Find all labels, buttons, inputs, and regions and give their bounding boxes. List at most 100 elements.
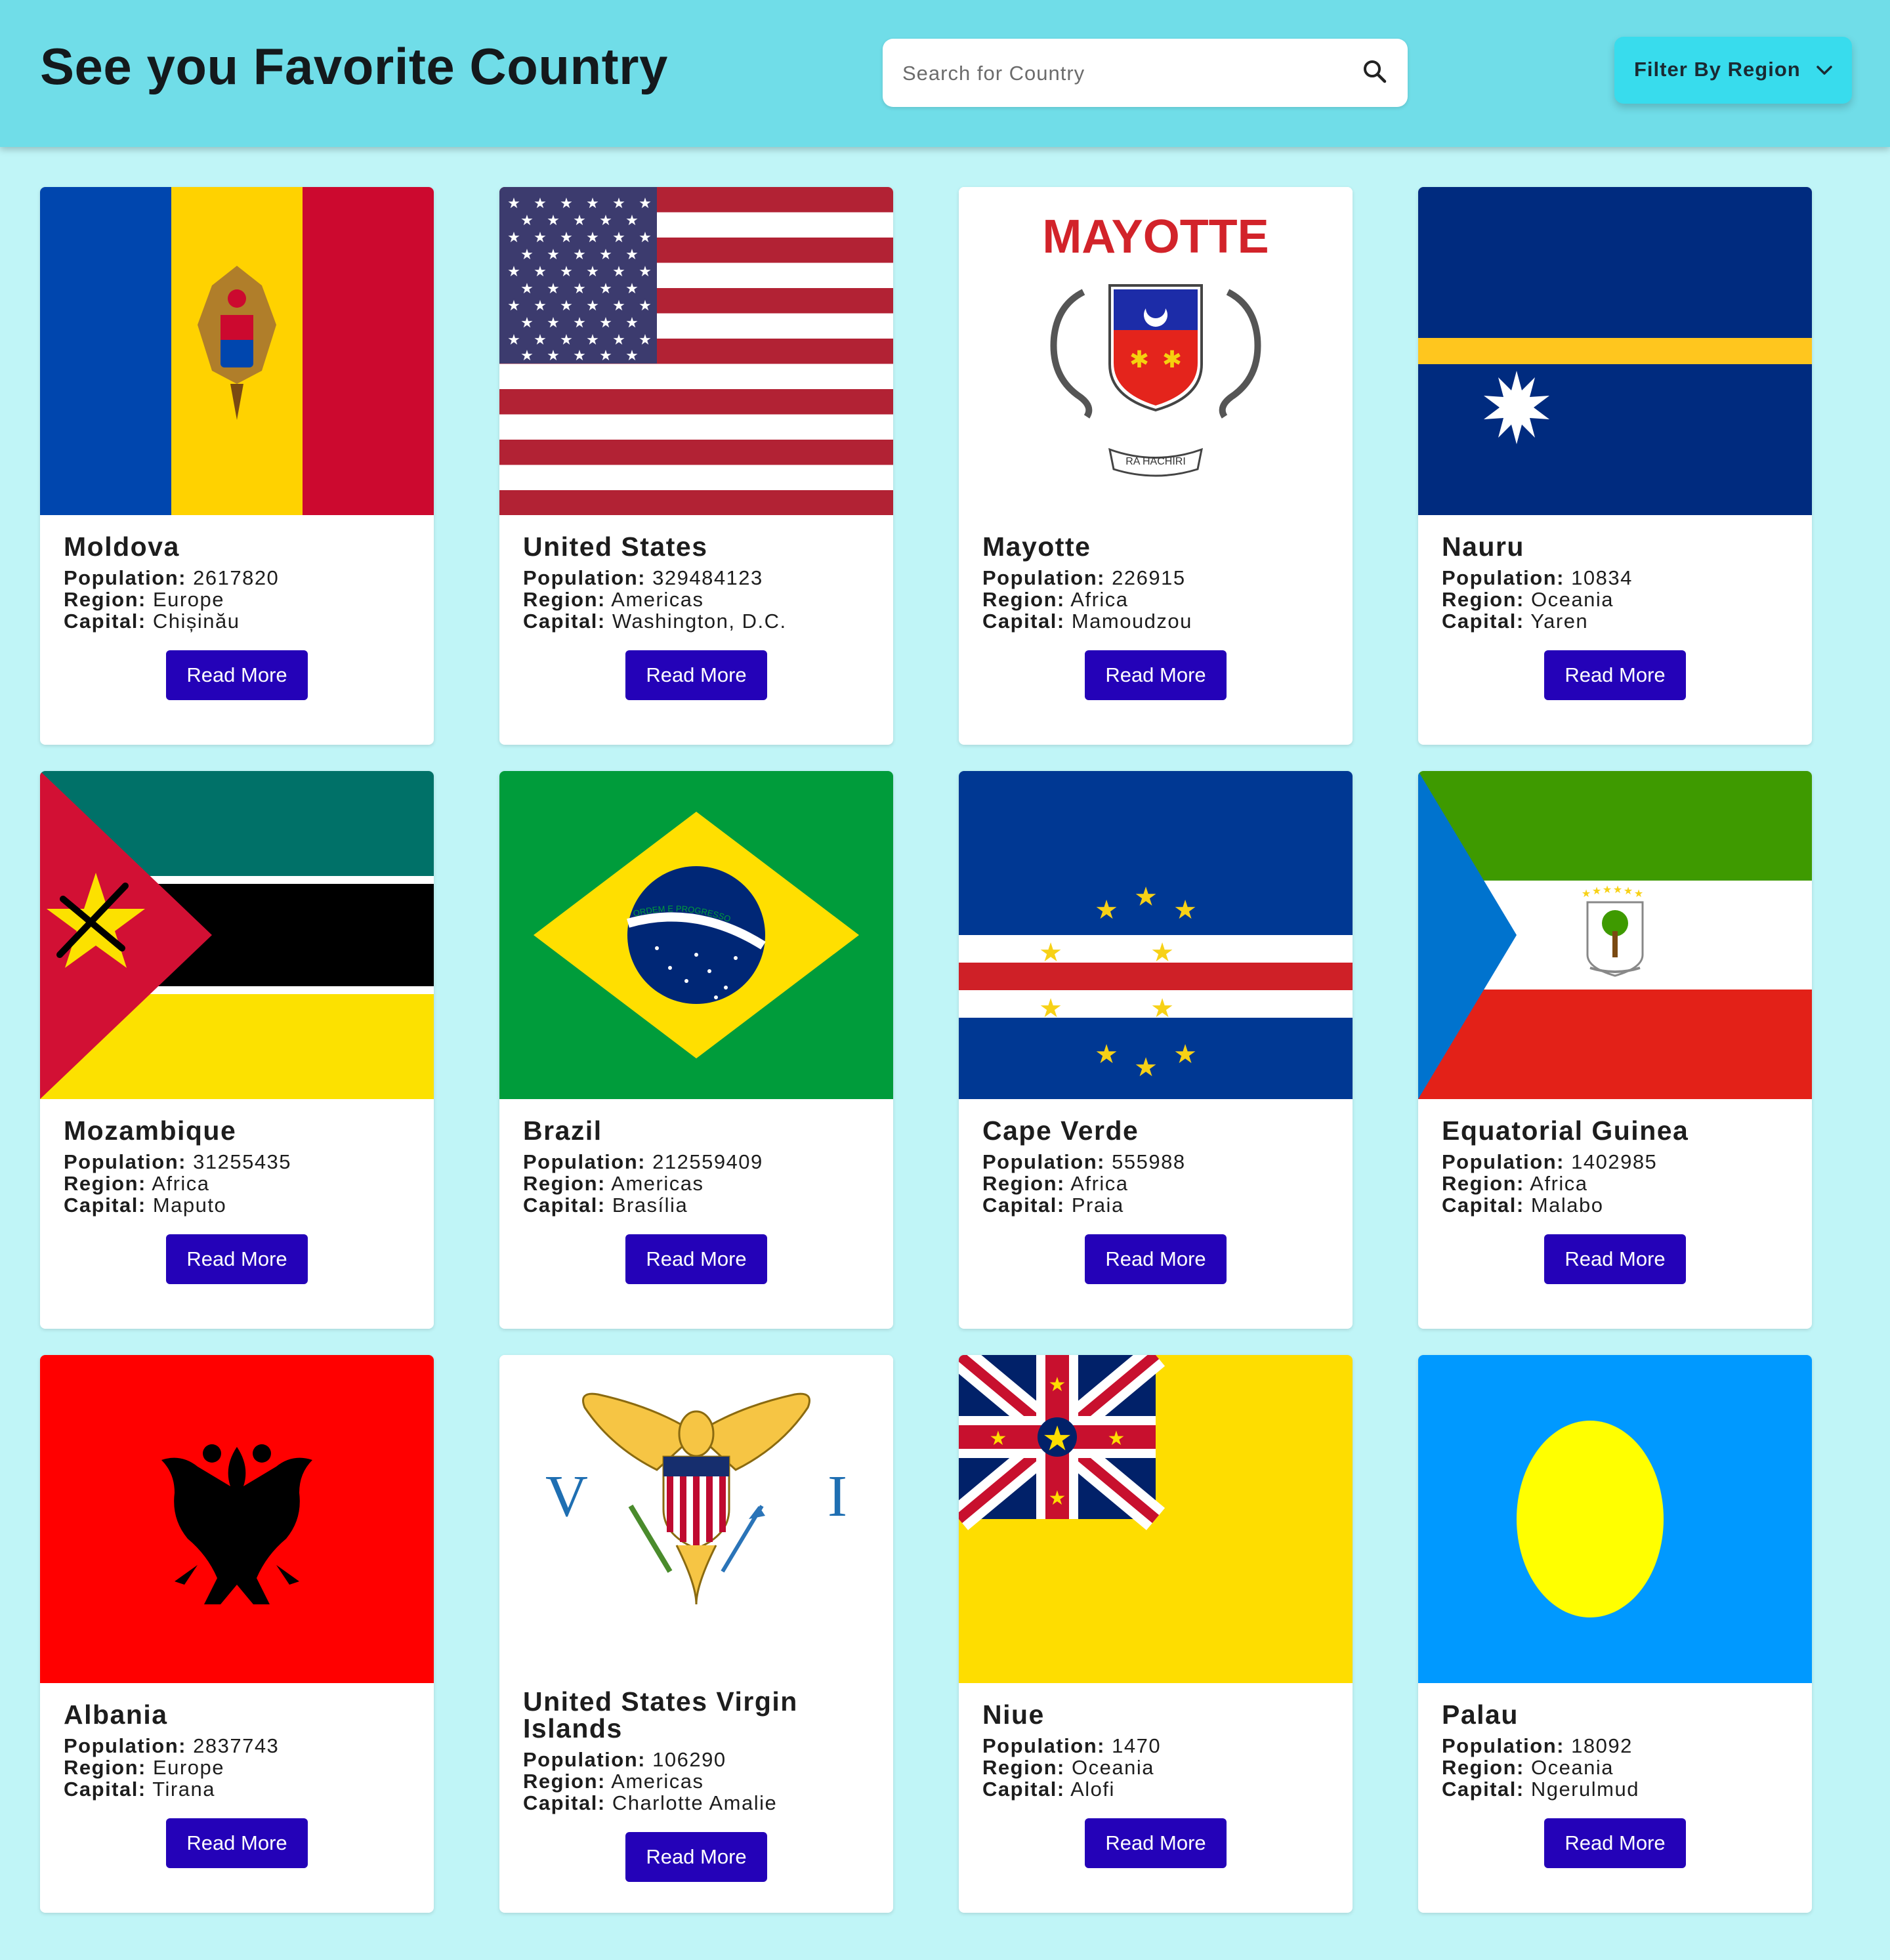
svg-text:★: ★ xyxy=(612,332,625,348)
region-row: Region: Europe xyxy=(64,588,224,611)
svg-text:★: ★ xyxy=(547,348,560,364)
card-info: Mozambique Population: 31255435 Region: … xyxy=(64,1099,410,1303)
svg-text:★: ★ xyxy=(625,348,639,364)
capital-value: Praia xyxy=(1071,1194,1124,1217)
read-more-button[interactable]: Read More xyxy=(625,650,767,700)
svg-text:★: ★ xyxy=(599,315,612,331)
card-info: United States Virgin Islands Population:… xyxy=(523,1683,870,1887)
capital-value: Charlotte Amalie xyxy=(612,1791,778,1814)
read-more-button[interactable]: Read More xyxy=(166,1818,308,1868)
read-more-button[interactable]: Read More xyxy=(1085,1818,1227,1868)
svg-text:★: ★ xyxy=(990,1427,1007,1450)
country-card[interactable]: Albania Population: 2837743 Region: Euro… xyxy=(40,1355,434,1913)
svg-text:★: ★ xyxy=(507,230,520,246)
population-value: 1402985 xyxy=(1571,1150,1658,1173)
read-more-button[interactable]: Read More xyxy=(166,650,308,700)
population-value: 18092 xyxy=(1571,1734,1633,1757)
region-value: Africa xyxy=(1530,1172,1588,1195)
svg-text:★: ★ xyxy=(1624,885,1633,897)
cape-verde-flag: ★ ★ ★ ★ ★ ★ ★ ★ ★ ★ xyxy=(959,771,1353,1099)
svg-text:✱: ✱ xyxy=(1129,346,1149,373)
population-value: 1470 xyxy=(1112,1734,1162,1757)
population-value: 212559409 xyxy=(652,1150,763,1173)
svg-text:★: ★ xyxy=(612,230,625,246)
region-row: Region: Africa xyxy=(982,1172,1129,1195)
card-info: Cape Verde Population: 555988 Region: Af… xyxy=(982,1099,1329,1303)
card-info: Nauru Population: 10834 Region: Oceania … xyxy=(1442,515,1788,719)
capital-row: Capital: Brasília xyxy=(523,1194,688,1217)
country-card[interactable]: ★ ★ ★ ★ ★ ★ ★ ★ ★ ★ ★ ★ ★ ★ ★ ★ ★ ★ ★ ★ ★ ★ ★ ★ ★ ★ ★ ★ ★ ★ ★ ★ ★ ★… xyxy=(499,187,893,745)
country-card[interactable]: ★ ★ ★ ★ ★ ★ ★ ★ ★ ★ Cape Verde Population: 555… xyxy=(959,771,1353,1329)
svg-text:★: ★ xyxy=(625,281,639,297)
svg-text:★: ★ xyxy=(1049,1373,1066,1396)
svg-text:★: ★ xyxy=(639,298,652,314)
moldova-flag xyxy=(40,187,434,515)
search-icon[interactable] xyxy=(1362,58,1388,85)
population-value: 226915 xyxy=(1112,566,1186,589)
svg-text:★: ★ xyxy=(547,213,560,229)
read-more-button[interactable]: Read More xyxy=(166,1234,308,1284)
svg-text:★: ★ xyxy=(599,213,612,229)
read-more-button[interactable]: Read More xyxy=(1085,1234,1227,1284)
svg-text:★: ★ xyxy=(639,332,652,348)
country-card[interactable]: V I United States Virgin Islands Populat… xyxy=(499,1355,893,1913)
country-name: Palau xyxy=(1442,1699,1519,1730)
read-more-button[interactable]: Read More xyxy=(625,1831,767,1882)
country-card[interactable]: MAYOTTE ✱ ✱ RA HACHIRI Mayotte Population… xyxy=(959,187,1353,745)
svg-text:★: ★ xyxy=(547,315,560,331)
country-name: Nauru xyxy=(1442,532,1524,562)
svg-text:★: ★ xyxy=(625,247,639,263)
svg-text:★: ★ xyxy=(1039,993,1062,1024)
population-value: 2837743 xyxy=(193,1734,280,1757)
population-row: Population: 329484123 xyxy=(523,566,763,589)
population-row: Population: 18092 xyxy=(1442,1734,1633,1757)
country-card[interactable]: ★ ★ ★ ★ ★ ★ Equatorial Guinea Population: 14… xyxy=(1418,771,1812,1329)
capital-row: Capital: Maputo xyxy=(64,1194,227,1217)
country-card[interactable]: ★ ★ ★ ★ ★ Niue Population: 1470 Region: … xyxy=(959,1355,1353,1913)
country-card[interactable]: Nauru Population: 10834 Region: Oceania … xyxy=(1418,187,1812,745)
capital-value: Washington, D.C. xyxy=(612,610,787,633)
read-more-button[interactable]: Read More xyxy=(1544,1234,1686,1284)
read-more-button[interactable]: Read More xyxy=(1085,650,1227,700)
svg-text:★: ★ xyxy=(599,348,612,364)
read-more-button[interactable]: Read More xyxy=(1544,650,1686,700)
search-box[interactable] xyxy=(883,39,1408,108)
capital-row: Capital: Ngerulmud xyxy=(1442,1778,1639,1801)
card-info: Niue Population: 1470 Region: Oceania Ca… xyxy=(982,1683,1329,1887)
country-card[interactable]: Mozambique Population: 31255435 Region: … xyxy=(40,771,434,1329)
read-more-button[interactable]: Read More xyxy=(625,1234,767,1284)
country-name: Brazil xyxy=(523,1116,602,1146)
svg-text:★: ★ xyxy=(507,196,520,212)
albania-flag xyxy=(40,1355,434,1683)
region-row: Region: Europe xyxy=(64,1756,224,1779)
capital-value: Chișinău xyxy=(152,610,240,633)
region-value: Americas xyxy=(611,1769,704,1793)
filter-by-region-dropdown[interactable]: Filter By Region xyxy=(1614,37,1852,104)
svg-text:★: ★ xyxy=(534,332,547,348)
country-card[interactable]: Moldova Population: 2617820 Region: Euro… xyxy=(40,187,434,745)
country-card[interactable]: Palau Population: 18092 Region: Oceania … xyxy=(1418,1355,1812,1913)
svg-text:★: ★ xyxy=(520,281,534,297)
population-row: Population: 226915 xyxy=(982,566,1186,589)
svg-text:★: ★ xyxy=(1108,1427,1125,1450)
svg-text:★: ★ xyxy=(639,230,652,246)
region-value: Americas xyxy=(611,588,704,611)
svg-text:★: ★ xyxy=(599,281,612,297)
svg-text:★: ★ xyxy=(639,264,652,280)
svg-text:★: ★ xyxy=(586,298,599,314)
read-more-button[interactable]: Read More xyxy=(1544,1818,1686,1868)
population-row: Population: 212559409 xyxy=(523,1150,763,1173)
region-value: Africa xyxy=(152,1172,210,1195)
search-input[interactable] xyxy=(901,39,1350,108)
svg-text:★: ★ xyxy=(1039,938,1062,968)
svg-text:★: ★ xyxy=(520,247,534,263)
nauru-flag xyxy=(1418,187,1812,515)
country-card[interactable]: ORDEM E PROGRESSO Brazil Population: 212… xyxy=(499,771,893,1329)
svg-text:★: ★ xyxy=(534,196,547,212)
population-value: 329484123 xyxy=(652,566,763,589)
country-name: Cape Verde xyxy=(982,1116,1139,1146)
population-row: Population: 2617820 xyxy=(64,566,280,589)
svg-text:★: ★ xyxy=(639,196,652,212)
svg-text:★: ★ xyxy=(573,247,586,263)
population-value: 106290 xyxy=(652,1747,726,1771)
